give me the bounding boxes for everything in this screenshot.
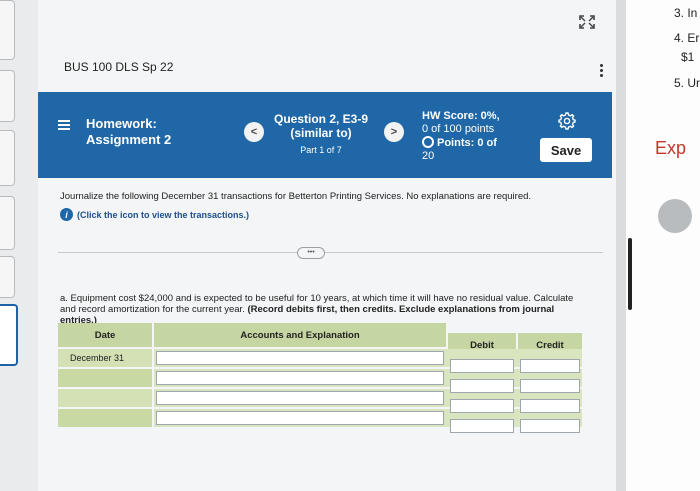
assignment-name: Assignment 2 xyxy=(86,132,172,147)
course-title: BUS 100 DLS Sp 22 xyxy=(64,60,174,74)
section-divider xyxy=(58,252,603,253)
save-button[interactable]: Save xyxy=(540,138,592,162)
points-circle-icon xyxy=(422,136,434,148)
score-block: HW Score: 0%, 0 of 100 points Points: 0 … xyxy=(422,110,500,163)
homework-title: Homework: Assignment 2 xyxy=(86,116,171,148)
left-tab[interactable] xyxy=(0,196,15,250)
menu-icon[interactable] xyxy=(58,120,70,132)
question-similar: (similar to) xyxy=(290,126,352,140)
account-input[interactable] xyxy=(156,371,444,385)
date-cell xyxy=(58,409,152,427)
question-part: Part 1 of 7 xyxy=(300,145,342,155)
question-number: Question 2, E3-9 xyxy=(273,112,369,126)
left-panel-strip xyxy=(0,0,38,491)
left-tab[interactable] xyxy=(0,70,15,122)
debit-input[interactable] xyxy=(450,359,514,373)
credit-input[interactable] xyxy=(520,419,580,433)
date-cell xyxy=(58,369,152,387)
account-input[interactable] xyxy=(156,411,444,425)
points-total: 20 xyxy=(422,150,435,162)
account-input[interactable] xyxy=(156,351,444,365)
date-cell xyxy=(58,389,152,407)
next-question-button[interactable]: > xyxy=(384,122,404,142)
credit-input[interactable] xyxy=(520,379,580,393)
left-tab[interactable] xyxy=(0,256,15,298)
credit-input[interactable] xyxy=(520,399,580,413)
info-icon[interactable]: i xyxy=(60,208,73,221)
left-tab[interactable] xyxy=(0,0,15,60)
expand-more-button[interactable]: ••• xyxy=(297,247,325,259)
settings-gear-icon[interactable] xyxy=(556,112,578,130)
debit-input[interactable] xyxy=(450,419,514,433)
credit-input[interactable] xyxy=(520,359,580,373)
question-title: Question 2, E3-9 (similar to) Part 1 of … xyxy=(264,112,378,157)
assignment-banner: Homework: Assignment 2 < Question 2, E3-… xyxy=(38,92,612,178)
account-column-header: Accounts and Explanation xyxy=(154,323,446,347)
left-tab[interactable] xyxy=(0,130,15,186)
debit-input[interactable] xyxy=(450,379,514,393)
transactions-link-text[interactable]: (Click the icon to view the transactions… xyxy=(77,210,249,220)
side-list-item[interactable]: 5. Ur xyxy=(674,76,700,90)
side-list-item[interactable]: 4. Er xyxy=(674,31,699,45)
question-text: a. Equipment cost $24,000 and is expecte… xyxy=(60,293,590,326)
date-column-header: Date xyxy=(58,323,152,347)
hw-score-points: 0 of 100 points xyxy=(422,123,495,135)
debit-input[interactable] xyxy=(450,399,514,413)
homework-label: Homework: xyxy=(86,116,157,131)
hw-score: HW Score: 0%, xyxy=(422,110,500,122)
journal-entry-table: Date Accounts and Explanation Debit Cred… xyxy=(58,323,582,440)
side-expense-heading: Exp xyxy=(655,138,687,158)
side-list-item[interactable]: 3. In xyxy=(674,6,697,20)
expand-icon[interactable] xyxy=(578,14,596,30)
date-cell: December 31 xyxy=(58,349,152,367)
instructions-text: Journalize the following December 31 tra… xyxy=(60,191,532,202)
panel-splitter[interactable] xyxy=(616,0,626,491)
more-options-icon[interactable] xyxy=(600,62,606,80)
previous-question-button[interactable]: < xyxy=(244,122,264,142)
scrollbar-thumb[interactable] xyxy=(628,238,632,310)
transactions-link[interactable]: i (Click the icon to view the transactio… xyxy=(60,208,249,221)
points-label: Points: 0 of xyxy=(437,137,497,149)
left-tab-active[interactable] xyxy=(0,304,18,366)
account-input[interactable] xyxy=(156,391,444,405)
avatar xyxy=(658,199,692,233)
side-list-item: $1 xyxy=(681,50,695,64)
homework-panel: BUS 100 DLS Sp 22 Homework: Assignment 2… xyxy=(38,0,616,491)
